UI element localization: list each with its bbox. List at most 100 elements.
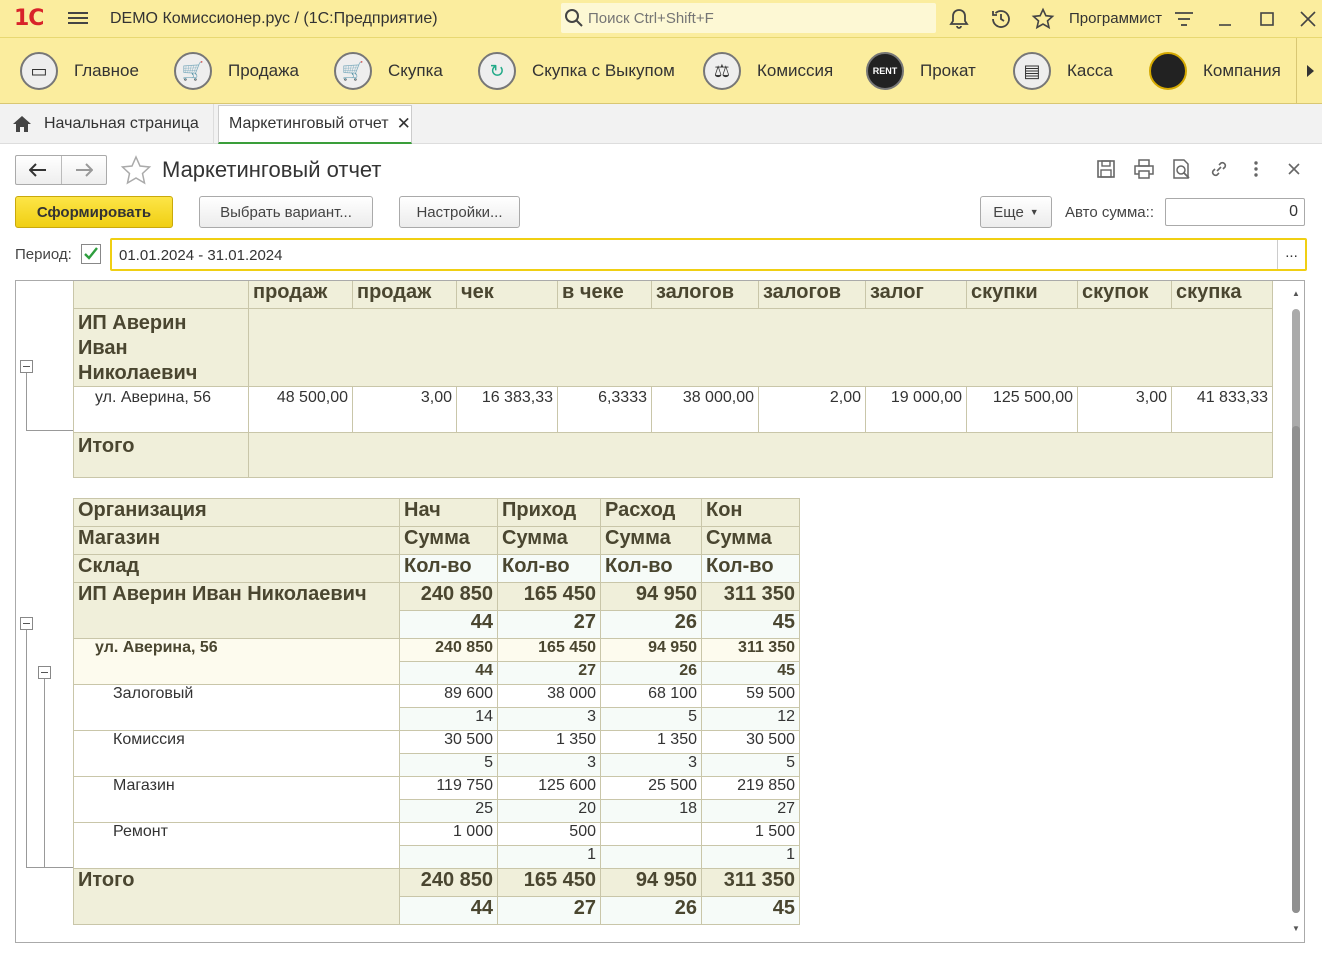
section-company[interactable]: Компания <box>1149 51 1281 91</box>
section-main[interactable]: ▭ Главное <box>20 51 139 91</box>
value-cell: 44 <box>399 896 498 925</box>
value-cell: 27 <box>497 896 601 925</box>
total-label: Итого <box>73 868 400 925</box>
sale-cart-icon: 🛒 <box>174 52 212 90</box>
value-cell: 119 750 <box>399 776 498 800</box>
period-value: 01.01.2024 - 31.01.2024 <box>119 247 283 264</box>
form-title: Маркетинговый отчет <box>162 157 382 182</box>
value-cell: 19 000,00 <box>865 386 967 433</box>
scales-icon: ⚖ <box>703 52 741 90</box>
chevron-down-icon: ▼ <box>1029 207 1039 217</box>
period-input[interactable]: 01.01.2024 - 31.01.2024 ... <box>110 238 1307 271</box>
value-cell: 26 <box>600 896 702 925</box>
value-cell: 5 <box>600 707 702 731</box>
value-cell: 5 <box>701 753 800 777</box>
section-purchase[interactable]: 🛒 Скупка <box>334 51 443 91</box>
forward-button[interactable] <box>62 156 107 184</box>
back-button[interactable] <box>16 156 62 184</box>
generate-button[interactable]: Сформировать <box>15 196 173 228</box>
preview-icon[interactable] <box>1170 158 1192 180</box>
value-cell: 68 100 <box>600 684 702 708</box>
value-cell: 3,00 <box>1077 386 1172 433</box>
sales-table: продаж продаж чек в чеке залогов залогов… <box>73 281 1273 478</box>
header-cell: Сумма <box>399 526 498 555</box>
section-cash[interactable]: ▤ Касса <box>1013 51 1113 91</box>
favorite-star-icon[interactable] <box>120 155 152 185</box>
header-cell: продаж <box>248 281 353 309</box>
tab-label: Начальная страница <box>44 115 199 132</box>
global-search[interactable] <box>561 3 936 33</box>
section-label: Прокат <box>920 61 976 80</box>
org-row-fill <box>248 308 1273 387</box>
maximize-icon[interactable] <box>1255 7 1279 31</box>
tab-home[interactable]: Начальная страница <box>0 104 214 144</box>
value-cell <box>600 822 702 846</box>
close-form-icon[interactable] <box>1283 158 1305 180</box>
value-cell: 219 850 <box>701 776 800 800</box>
print-icon[interactable] <box>1133 158 1155 180</box>
search-input[interactable] <box>588 9 918 27</box>
warehouse-cell: Комиссия <box>73 730 400 777</box>
value-cell: 12 <box>701 707 800 731</box>
value-cell: 45 <box>701 661 800 685</box>
checkmark-icon <box>84 247 98 260</box>
value-cell: 2,00 <box>758 386 866 433</box>
value-cell: 165 450 <box>497 868 601 897</box>
warehouse-cell: Ремонт <box>73 822 400 869</box>
favorites-star-icon[interactable] <box>1031 7 1055 31</box>
settings-button[interactable]: Настройки... <box>399 196 520 228</box>
value-cell <box>399 845 498 869</box>
minimize-icon[interactable] <box>1213 7 1237 31</box>
save-icon[interactable] <box>1095 158 1117 180</box>
tree-line <box>26 867 73 868</box>
period-select-button[interactable]: ... <box>1277 240 1305 269</box>
close-window-icon[interactable] <box>1296 7 1320 31</box>
history-icon[interactable] <box>989 7 1013 31</box>
auto-sum-field[interactable]: 0 <box>1165 198 1305 226</box>
settings-lines-icon[interactable] <box>1172 7 1196 31</box>
choose-variant-button[interactable]: Выбрать вариант... <box>199 196 373 228</box>
vertical-scrollbar[interactable]: ▲ ▼ <box>1288 281 1304 942</box>
header-cell: Кол-во <box>399 554 498 583</box>
value-cell: 25 <box>399 799 498 823</box>
value-cell: 27 <box>497 610 601 639</box>
section-rent[interactable]: RENT Прокат <box>866 51 976 91</box>
report-spreadsheet[interactable]: продаж продаж чек в чеке залогов залогов… <box>15 280 1305 943</box>
collapse-icon[interactable] <box>38 666 51 679</box>
more-button-label: Еще <box>993 203 1024 221</box>
period-checkbox[interactable] <box>81 244 101 264</box>
header-cell: Сумма <box>600 526 702 555</box>
section-buyback[interactable]: ↻ Скупка с Выкупом <box>478 51 675 91</box>
scroll-thumb[interactable] <box>1292 426 1300 913</box>
bell-icon[interactable] <box>947 7 971 31</box>
header-cell: Склад <box>73 554 400 583</box>
value-cell: 5 <box>399 753 498 777</box>
company-logo-icon <box>1149 52 1187 90</box>
warehouse-cell: Магазин <box>73 776 400 823</box>
value-cell: 38 000,00 <box>651 386 759 433</box>
section-commission[interactable]: ⚖ Комиссия <box>703 51 833 91</box>
value-cell: 44 <box>399 661 498 685</box>
main-menu-icon[interactable] <box>68 9 88 27</box>
collapse-icon[interactable] <box>20 360 33 373</box>
more-button[interactable]: Еще ▼ <box>980 196 1052 228</box>
value-cell <box>600 845 702 869</box>
cash-register-icon: ▤ <box>1013 52 1051 90</box>
value-cell: 18 <box>600 799 702 823</box>
collapse-icon[interactable] <box>20 617 33 630</box>
link-icon[interactable] <box>1208 158 1230 180</box>
header-cell: Магазин <box>73 526 400 555</box>
sections-scroll-right-button[interactable] <box>1296 38 1322 104</box>
value-cell: 240 850 <box>399 868 498 897</box>
scroll-down-icon[interactable]: ▼ <box>1292 924 1300 933</box>
value-cell: 1 <box>497 845 601 869</box>
header-cell: залогов <box>758 281 866 309</box>
more-actions-icon[interactable] <box>1245 158 1267 180</box>
close-tab-icon[interactable]: ✕ <box>397 114 411 134</box>
section-sale[interactable]: 🛒 Продажа <box>174 51 299 91</box>
current-user[interactable]: Программист <box>1069 10 1162 27</box>
scroll-up-icon[interactable]: ▲ <box>1292 289 1300 298</box>
tab-marketing-report[interactable]: Маркетинговый отчет ✕ <box>218 105 412 144</box>
value-cell: 500 <box>497 822 601 846</box>
store-cell: ул. Аверина, 56 <box>73 638 400 685</box>
